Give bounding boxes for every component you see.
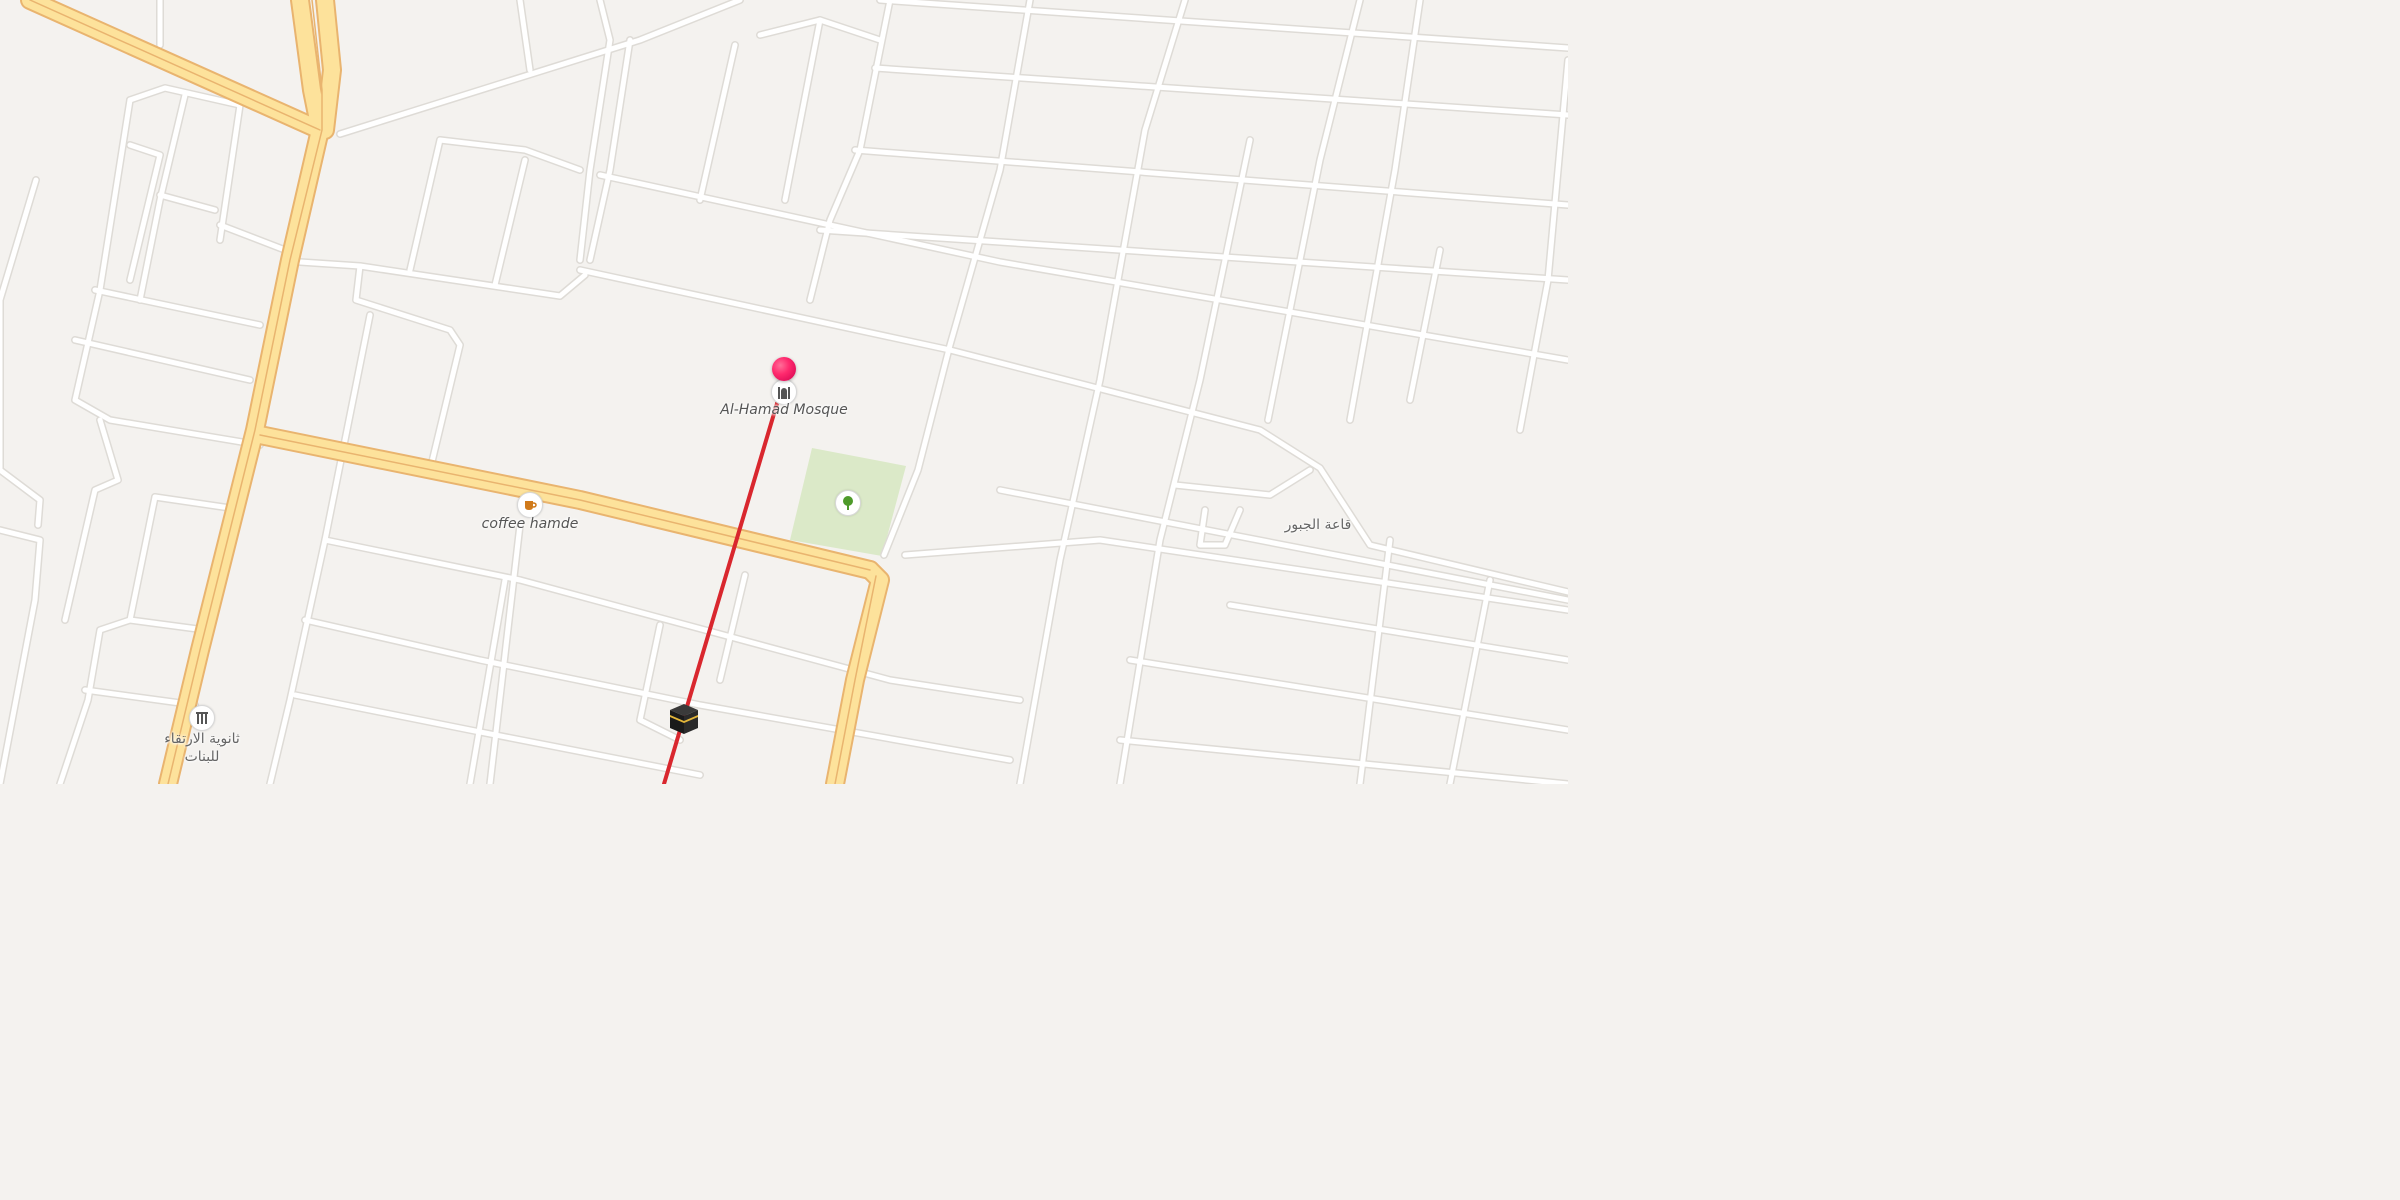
- school-label-line1: ثانوية الارتقاء: [164, 731, 240, 747]
- tree-icon[interactable]: [835, 490, 861, 516]
- kaaba-icon[interactable]: [666, 700, 702, 740]
- coffee-cup-icon[interactable]: [517, 492, 543, 518]
- hall-label[interactable]: قاعة الجبور: [1285, 516, 1352, 534]
- coffee-label[interactable]: coffee hamde: [482, 516, 579, 532]
- school-label[interactable]: ثانوية الارتقاء للبنات: [164, 730, 240, 766]
- location-pin-icon[interactable]: [772, 357, 796, 381]
- mosque-label[interactable]: Al-Hamad Mosque: [720, 402, 848, 418]
- school-icon[interactable]: [189, 705, 215, 731]
- school-label-line2: للبنات: [184, 749, 220, 765]
